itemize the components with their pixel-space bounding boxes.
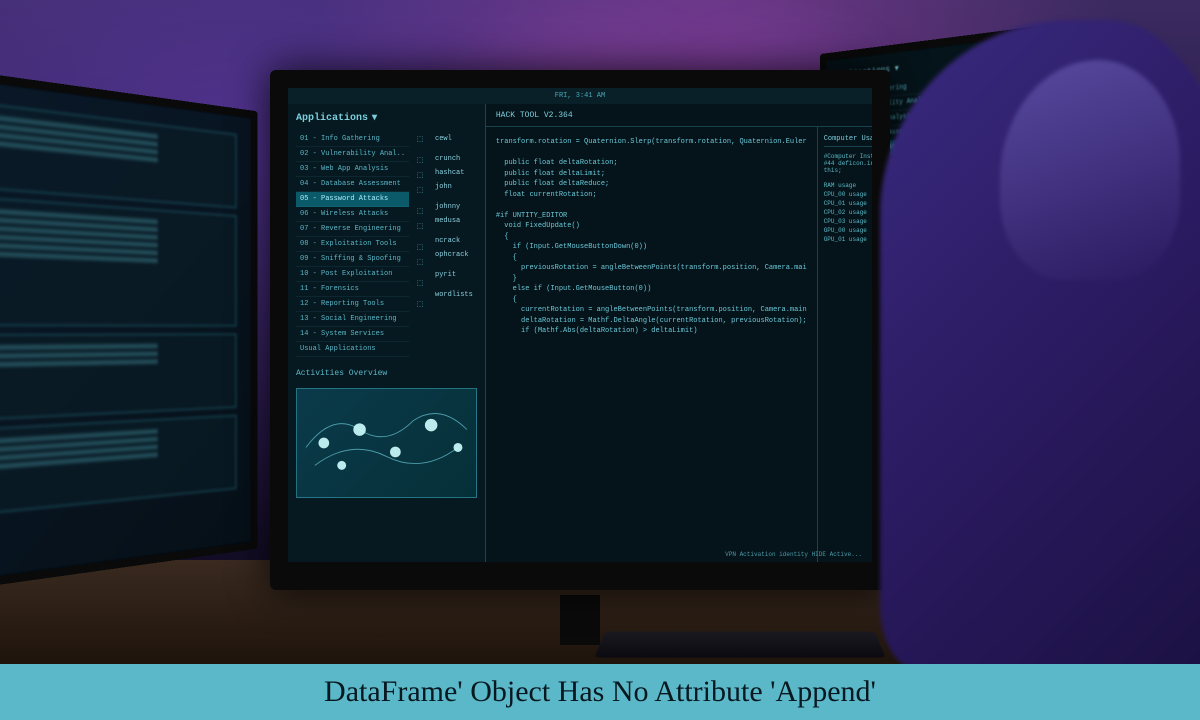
sidebar-item-4[interactable]: 05 - Password Attacks xyxy=(296,192,409,207)
tool-icon: ⬚ xyxy=(413,276,427,291)
tool-icon: ⬚ xyxy=(413,255,427,270)
tool-icon: ⬚ xyxy=(413,297,427,312)
person-silhouette xyxy=(880,20,1200,670)
sidebar-header[interactable]: Applications ▾ xyxy=(296,112,477,124)
tool-icon: ⬚ xyxy=(413,183,427,198)
left-monitor xyxy=(0,64,258,596)
sidebar-item-9[interactable]: 10 - Post Exploitation xyxy=(296,267,409,282)
usage-header: Computer Usage xyxy=(824,135,872,147)
sidebar-item-10[interactable]: 11 - Forensics xyxy=(296,282,409,297)
usage-panel: Computer Usage #Computer Instance = 7% #… xyxy=(817,127,872,562)
caption-bar: DataFrame' Object Has No Attribute 'Appe… xyxy=(0,664,1200,720)
tool-icon: ⬚ xyxy=(413,132,427,147)
tool-name[interactable]: ncrack xyxy=(431,234,477,248)
applications-sidebar: Applications ▾ 01 - Info Gathering02 - V… xyxy=(288,104,486,562)
sidebar-item-13[interactable]: 14 - System Services xyxy=(296,327,409,342)
sidebar-item-0[interactable]: 01 - Info Gathering xyxy=(296,132,409,147)
tool-icon: ⬚ xyxy=(413,153,427,168)
tool-icon: ⬚ xyxy=(413,219,427,234)
topbar: FRI, 3:41 AM xyxy=(288,88,872,104)
tool-icon: ⬚ xyxy=(413,168,427,183)
tool-name[interactable]: pyrit xyxy=(431,268,477,282)
tool-title: HACK TOOL V2.364 xyxy=(496,111,573,120)
center-monitor: FRI, 3:41 AM Applications ▾ 01 - Info Ga… xyxy=(270,70,890,590)
vpn-status: VPN Activation identity HIDE Active... xyxy=(725,551,862,558)
tool-name[interactable]: crunch xyxy=(431,152,477,166)
sidebar-item-7[interactable]: 08 - Exploitation Tools xyxy=(296,237,409,252)
sidebar-item-8[interactable]: 09 - Sniffing & Spoofing xyxy=(296,252,409,267)
usage-row: CPU_03 usage5% xyxy=(824,218,872,225)
usage-sub1: #Computer Instance = 7% xyxy=(824,153,872,160)
usage-row: GPU_00 usage7% xyxy=(824,227,872,234)
usage-row: RAM usage7% xyxy=(824,182,872,189)
usage-sub2: #44 deficon.instance Wall = this; xyxy=(824,160,872,174)
tool-name[interactable]: medusa xyxy=(431,214,477,228)
sidebar-item-6[interactable]: 07 - Reverse Engineering xyxy=(296,222,409,237)
tool-name[interactable]: hashcat xyxy=(431,166,477,180)
usage-row: GPU_01 usage7% xyxy=(824,236,872,243)
sidebar-item-1[interactable]: 02 - Vulnerability Anal.. xyxy=(296,147,409,162)
usage-row: CPU_00 usage16% xyxy=(824,191,872,198)
tool-icon: ⬚ xyxy=(413,240,427,255)
tool-name[interactable]: cewl xyxy=(431,132,477,146)
tool-icon: ⬚ xyxy=(413,204,427,219)
tool-name[interactable]: ophcrack xyxy=(431,248,477,262)
code-editor[interactable]: transform.rotation = Quaternion.Slerp(tr… xyxy=(486,127,817,562)
usage-row: CPU_01 usage23% xyxy=(824,200,872,207)
sidebar-item-14[interactable]: Usual Applications xyxy=(296,342,409,357)
map-panel[interactable] xyxy=(296,388,477,498)
chevron-down-icon: ▾ xyxy=(372,112,377,124)
sidebar-item-2[interactable]: 03 - Web App Analysis xyxy=(296,162,409,177)
sidebar-item-12[interactable]: 13 - Social Engineering xyxy=(296,312,409,327)
tool-name[interactable]: wordlists xyxy=(431,288,477,302)
sidebar-item-5[interactable]: 06 - Wireless Attacks xyxy=(296,207,409,222)
sidebar-item-11[interactable]: 12 - Reporting Tools xyxy=(296,297,409,312)
caption-text: DataFrame' Object Has No Attribute 'Appe… xyxy=(324,675,876,709)
usage-row: CPU_02 usage29% xyxy=(824,209,872,216)
tool-name[interactable]: john xyxy=(431,180,477,194)
sidebar-title: Applications xyxy=(296,113,368,124)
sidebar-item-3[interactable]: 04 - Database Assessment xyxy=(296,177,409,192)
topbar-time: FRI, 3:41 AM xyxy=(555,92,605,100)
tool-name[interactable]: johnny xyxy=(431,200,477,214)
activities-overview-label[interactable]: Activities Overview xyxy=(296,369,477,378)
keyboard xyxy=(594,632,885,658)
